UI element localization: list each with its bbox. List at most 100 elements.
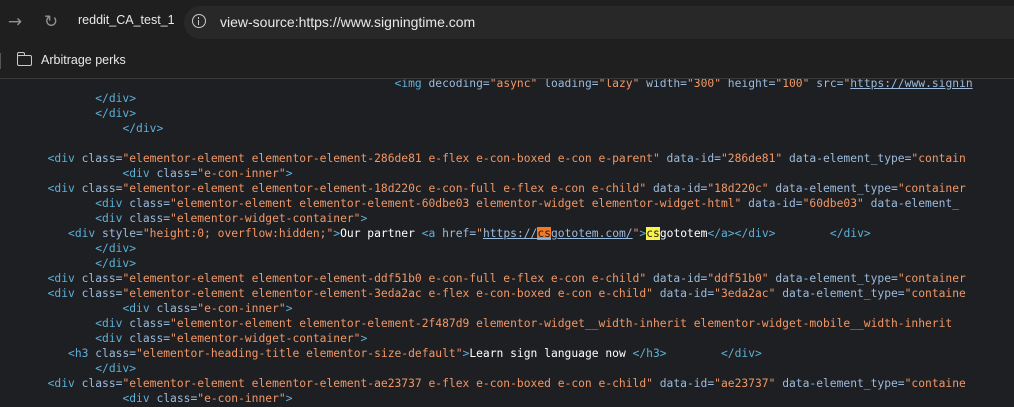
attr-name: decoding= bbox=[428, 79, 490, 90]
source-line: </div> bbox=[0, 241, 136, 256]
tab-title[interactable]: reddit_CA_test_1 bbox=[78, 13, 175, 27]
tag-open: <h3 bbox=[68, 347, 96, 360]
tag-open: <div bbox=[47, 272, 82, 285]
source-line: <h3 class="elementor-heading-title eleme… bbox=[0, 346, 762, 361]
attr-name: class= bbox=[129, 317, 171, 330]
tag-close: </div> bbox=[95, 242, 137, 255]
tag-open: <img bbox=[394, 79, 429, 90]
link-text: gototem.com/ bbox=[550, 227, 633, 240]
attr-name: data-id= bbox=[652, 182, 708, 195]
source-line: <div class="elementor-element elementor-… bbox=[0, 376, 966, 391]
attr-value: "container bbox=[897, 182, 966, 195]
attr-value: "elementor-widget-container" bbox=[170, 212, 361, 225]
source-line: <div class="elementor-widget-container"> bbox=[0, 331, 367, 346]
source-line: <div class="e-con-inner"> bbox=[0, 166, 293, 181]
url-text[interactable]: view-source:https://www.signingtime.com bbox=[220, 14, 475, 30]
attr-value: "ae23737" bbox=[714, 377, 783, 390]
source-link[interactable]: https://www.signin bbox=[850, 79, 972, 90]
attr-value: "height:0; overflow:hidden;" bbox=[142, 227, 334, 240]
attr-value: "elementor-element elementor-element-2f4… bbox=[170, 317, 959, 330]
attr-name: class= bbox=[156, 302, 198, 315]
bookmark-separator bbox=[0, 53, 1, 69]
text-node: Learn sign language now bbox=[469, 347, 633, 360]
tag-end: > bbox=[285, 167, 293, 180]
tag-open: <div bbox=[95, 317, 130, 330]
source-line: <div class="elementor-element elementor-… bbox=[0, 181, 966, 196]
attr-name: class= bbox=[129, 332, 171, 345]
tag-open: <div bbox=[122, 302, 157, 315]
tag-close: </div> bbox=[721, 347, 762, 360]
bookmark-folder-arbitrage-perks[interactable]: Arbitrage perks bbox=[41, 53, 126, 67]
attr-value: "286de81" bbox=[720, 152, 789, 165]
attr-value: "e-con-inner" bbox=[197, 392, 286, 405]
attr-name: height= bbox=[727, 79, 776, 90]
tag-open: <div bbox=[122, 392, 157, 405]
partner-link[interactable]: https://csgototem.com/ bbox=[483, 227, 633, 240]
tag-close: </a></div> bbox=[707, 227, 776, 240]
tag-close: </div> bbox=[95, 257, 137, 270]
attr-name: class= bbox=[95, 347, 137, 360]
bookmarks-bar: Arbitrage perks bbox=[0, 45, 1014, 79]
source-line: <img decoding="async" loading="lazy" wid… bbox=[0, 79, 972, 91]
attr-value: "ddf51b0" bbox=[707, 272, 776, 285]
tag-end: > bbox=[360, 212, 368, 225]
attr-value: "elementor-element elementor-element-18d… bbox=[122, 182, 653, 195]
tag-end: > bbox=[360, 332, 368, 345]
attr-value: "elementor-element elementor-element-ae2… bbox=[122, 377, 660, 390]
source-line: </div> bbox=[0, 256, 136, 271]
folder-icon[interactable] bbox=[16, 52, 32, 66]
attr-name: class= bbox=[129, 212, 171, 225]
attr-value: "18d220c" bbox=[707, 182, 776, 195]
attr-value: "e-con-inner" bbox=[197, 302, 286, 315]
attr-value: "containe bbox=[904, 287, 966, 300]
attr-value: "elementor-element elementor-element-ddf… bbox=[122, 272, 653, 285]
tag-close: </h3> bbox=[632, 347, 667, 360]
address-bar[interactable]: view-source:https://www.signingtime.com bbox=[184, 6, 1014, 39]
source-line: <div class="elementor-element elementor-… bbox=[0, 151, 966, 166]
attr-value: "contain bbox=[911, 152, 966, 165]
tag-open: <div bbox=[47, 377, 82, 390]
source-line: </div> bbox=[0, 106, 136, 121]
tag-close: </div> bbox=[95, 107, 137, 120]
tag-open: <div bbox=[95, 332, 130, 345]
attr-value: "300" bbox=[686, 79, 728, 90]
attr-name: href= bbox=[442, 227, 477, 240]
tag-open: <div bbox=[95, 212, 130, 225]
source-line: <div class="elementor-element elementor-… bbox=[0, 316, 959, 331]
source-line: <div class="e-con-inner"> bbox=[0, 301, 292, 316]
attr-name: class= bbox=[81, 152, 123, 165]
attr-name: class= bbox=[156, 167, 198, 180]
source-line: <div class="elementor-element elementor-… bbox=[0, 196, 959, 211]
source-line: <div class="e-con-inner"> bbox=[0, 391, 292, 406]
tag-close: </div> bbox=[95, 92, 137, 105]
tag-close: </div> bbox=[122, 122, 164, 135]
attr-name: class= bbox=[156, 392, 198, 405]
attr-name: data-id= bbox=[659, 287, 715, 300]
info-icon[interactable] bbox=[192, 14, 206, 28]
attr-name: data-element_type= bbox=[788, 152, 912, 165]
attr-name: data-id= bbox=[652, 272, 708, 285]
attr-value: "containe bbox=[904, 377, 966, 390]
forward-icon[interactable]: → bbox=[4, 11, 26, 33]
attr-name: data-id= bbox=[659, 377, 715, 390]
source-line: </div> bbox=[0, 91, 136, 106]
view-source-content[interactable]: <img decoding="async" loading="lazy" wid… bbox=[0, 79, 1014, 407]
search-highlight: cs bbox=[646, 227, 660, 240]
reload-icon[interactable]: ↻ bbox=[40, 11, 62, 33]
